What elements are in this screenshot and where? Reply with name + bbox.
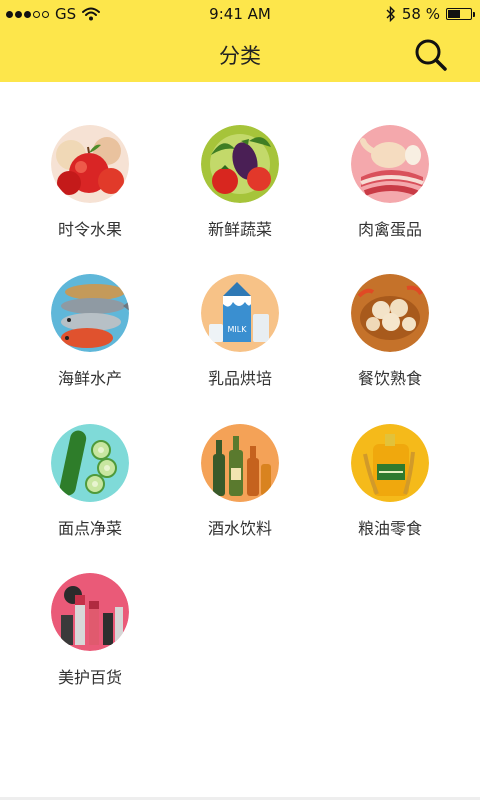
search-button[interactable] — [412, 36, 450, 74]
vegetable-icon — [201, 125, 279, 203]
svg-text:MILK: MILK — [228, 325, 248, 334]
deli-icon — [351, 274, 429, 352]
category-item-seafood[interactable]: 海鲜水产 — [15, 274, 165, 389]
category-item-meat[interactable]: 肉禽蛋品 — [315, 125, 465, 240]
category-item-dairy[interactable]: MILK 乳品烘培 — [165, 274, 315, 389]
category-item-cosmetics[interactable]: 美护百货 — [15, 573, 165, 688]
category-label: 餐饮熟食 — [357, 369, 422, 388]
category-grid: 时令水果 新鲜蔬菜 肉禽蛋品 海鲜水产 MILK 乳品烘培 餐饮熟食 面点净菜 … — [0, 82, 480, 782]
category-label: 酒水饮料 — [207, 519, 272, 538]
category-label: 面点净菜 — [57, 519, 122, 538]
search-icon — [415, 39, 447, 71]
drinks-icon — [201, 424, 279, 502]
battery-fill — [448, 10, 460, 18]
bluetooth-icon — [386, 6, 395, 22]
meat-icon — [351, 125, 429, 203]
category-label: 肉禽蛋品 — [357, 220, 422, 239]
header-bar: GS 9:41 AM 58 % 分类 — [0, 0, 480, 82]
category-label: 乳品烘培 — [207, 369, 272, 388]
cucumber-icon — [51, 424, 129, 502]
dairy-icon: MILK — [201, 274, 279, 352]
category-label: 时令水果 — [57, 220, 122, 239]
cosmetics-icon — [51, 573, 129, 651]
page-title: 分类 — [219, 44, 261, 68]
status-right: 58 % — [386, 5, 475, 23]
category-item-fruit[interactable]: 时令水果 — [15, 125, 165, 240]
oil-icon — [351, 424, 429, 502]
battery-percent: 58 % — [401, 5, 440, 23]
fruit-icon — [51, 125, 129, 203]
category-item-drinks[interactable]: 酒水饮料 — [165, 424, 315, 539]
battery-icon — [446, 8, 475, 20]
seafood-icon — [51, 274, 129, 352]
category-item-cucumber[interactable]: 面点净菜 — [15, 424, 165, 539]
category-item-deli[interactable]: 餐饮熟食 — [315, 274, 465, 389]
category-label: 粮油零食 — [357, 519, 422, 538]
status-bar: GS 9:41 AM 58 % — [0, 0, 480, 28]
category-item-oil[interactable]: 粮油零食 — [315, 424, 465, 539]
category-item-vegetable[interactable]: 新鲜蔬菜 — [165, 125, 315, 240]
category-label: 美护百货 — [57, 668, 122, 687]
category-label: 新鲜蔬菜 — [207, 220, 272, 239]
category-label: 海鲜水产 — [57, 369, 122, 388]
